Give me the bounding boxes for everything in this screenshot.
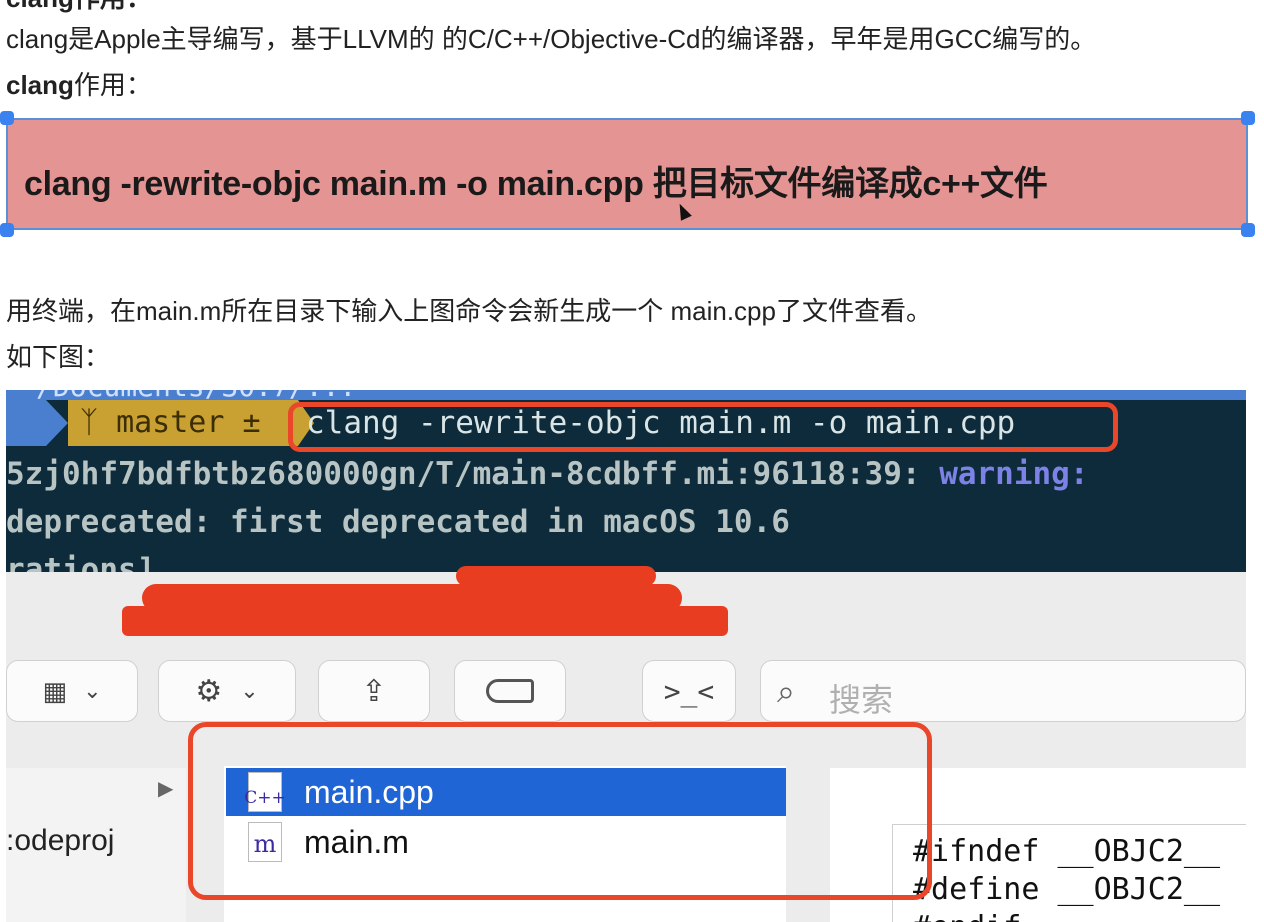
disclosure-triangle-icon[interactable]: ▶ [158, 776, 173, 801]
search-icon: ⌕ [777, 673, 795, 709]
search-field[interactable]: ⌕ 搜索 [760, 660, 1246, 722]
command-annotation-box [288, 402, 1118, 452]
resize-handle-top-left[interactable] [0, 111, 14, 125]
preview-line-3: #endif [913, 909, 1246, 922]
search-placeholder: 搜索 [829, 682, 894, 718]
prompt-segment-blue [6, 400, 46, 446]
terminal-output-line-2: deprecated: first deprecated in macOS 10… [6, 504, 790, 540]
prompt-arrow-blue [46, 400, 68, 446]
parent-column: ▶ :odeproj [6, 768, 186, 922]
chevron-down-icon: ⌄ [83, 678, 102, 703]
chevron-down-icon: ⌄ [240, 678, 259, 703]
warning-label: warning: [939, 456, 1089, 492]
git-branch-icon: ᛉ [80, 405, 117, 440]
as-shown-below-text: 如下图： [6, 342, 111, 372]
prompt-branch-segment: ᛉ master ± [68, 400, 298, 446]
resize-handle-bottom-right[interactable] [1241, 223, 1255, 237]
terminal-output-line-3: rations] [6, 552, 156, 572]
clang-label-bold: clang [6, 70, 74, 100]
clang-label-rest: 作用： [73, 70, 152, 100]
redaction-scribble [122, 606, 728, 636]
share-button[interactable]: ⇪ [318, 660, 430, 722]
clipped-heading: clang作用： [6, 0, 152, 15]
files-annotation-box [188, 722, 932, 900]
terminal-path-bar: /Documents/30.7/... [6, 390, 1246, 401]
tag-button[interactable] [454, 660, 566, 722]
xcodeproj-item[interactable]: :odeproj [6, 824, 114, 858]
clang-usage-heading: clang作用： [6, 68, 152, 102]
terminal-prompt-icon: >_< [663, 674, 715, 708]
command-highlight-block[interactable]: clang -rewrite-objc main.m -o main.cpp 把… [6, 118, 1248, 230]
warning-path: 5zj0hf7bdfbtbz680000gn/T/main-8cdbff.mi:… [6, 456, 940, 492]
branch-name: master ± [116, 405, 261, 440]
grid-view-icon: ▦ [42, 675, 67, 706]
gear-icon: ⚙ [195, 674, 223, 708]
terminal-button[interactable]: >_< [642, 660, 736, 722]
resize-handle-top-right[interactable] [1241, 111, 1255, 125]
instruction-paragraph: 用终端，在main.m所在目录下输入上图命令会新生成一个 main.cpp了文件… [6, 296, 932, 326]
resize-handle-bottom-left[interactable] [0, 223, 14, 237]
intro-paragraph: clang是Apple主导编写，基于LLVM的 的C/C++/Objective… [6, 24, 1097, 54]
action-menu-button[interactable]: ⚙ ⌄ [158, 660, 296, 722]
tag-icon [486, 679, 534, 703]
redaction-scribble [456, 566, 656, 586]
share-icon: ⇪ [361, 674, 387, 708]
command-text: clang -rewrite-objc main.m -o main.cpp 把… [24, 165, 1048, 203]
preview-line-1: #ifndef __OBJC2__ [913, 834, 1221, 869]
terminal-output-line-1: 5zj0hf7bdfbtbz680000gn/T/main-8cdbff.mi:… [6, 456, 1089, 492]
source-preview: #ifndef __OBJC2__#define __OBJC2__ #endif [892, 824, 1246, 922]
preview-line-2: #define __OBJC2__ [913, 872, 1221, 907]
view-options-button[interactable]: ▦ ⌄ [6, 660, 138, 722]
